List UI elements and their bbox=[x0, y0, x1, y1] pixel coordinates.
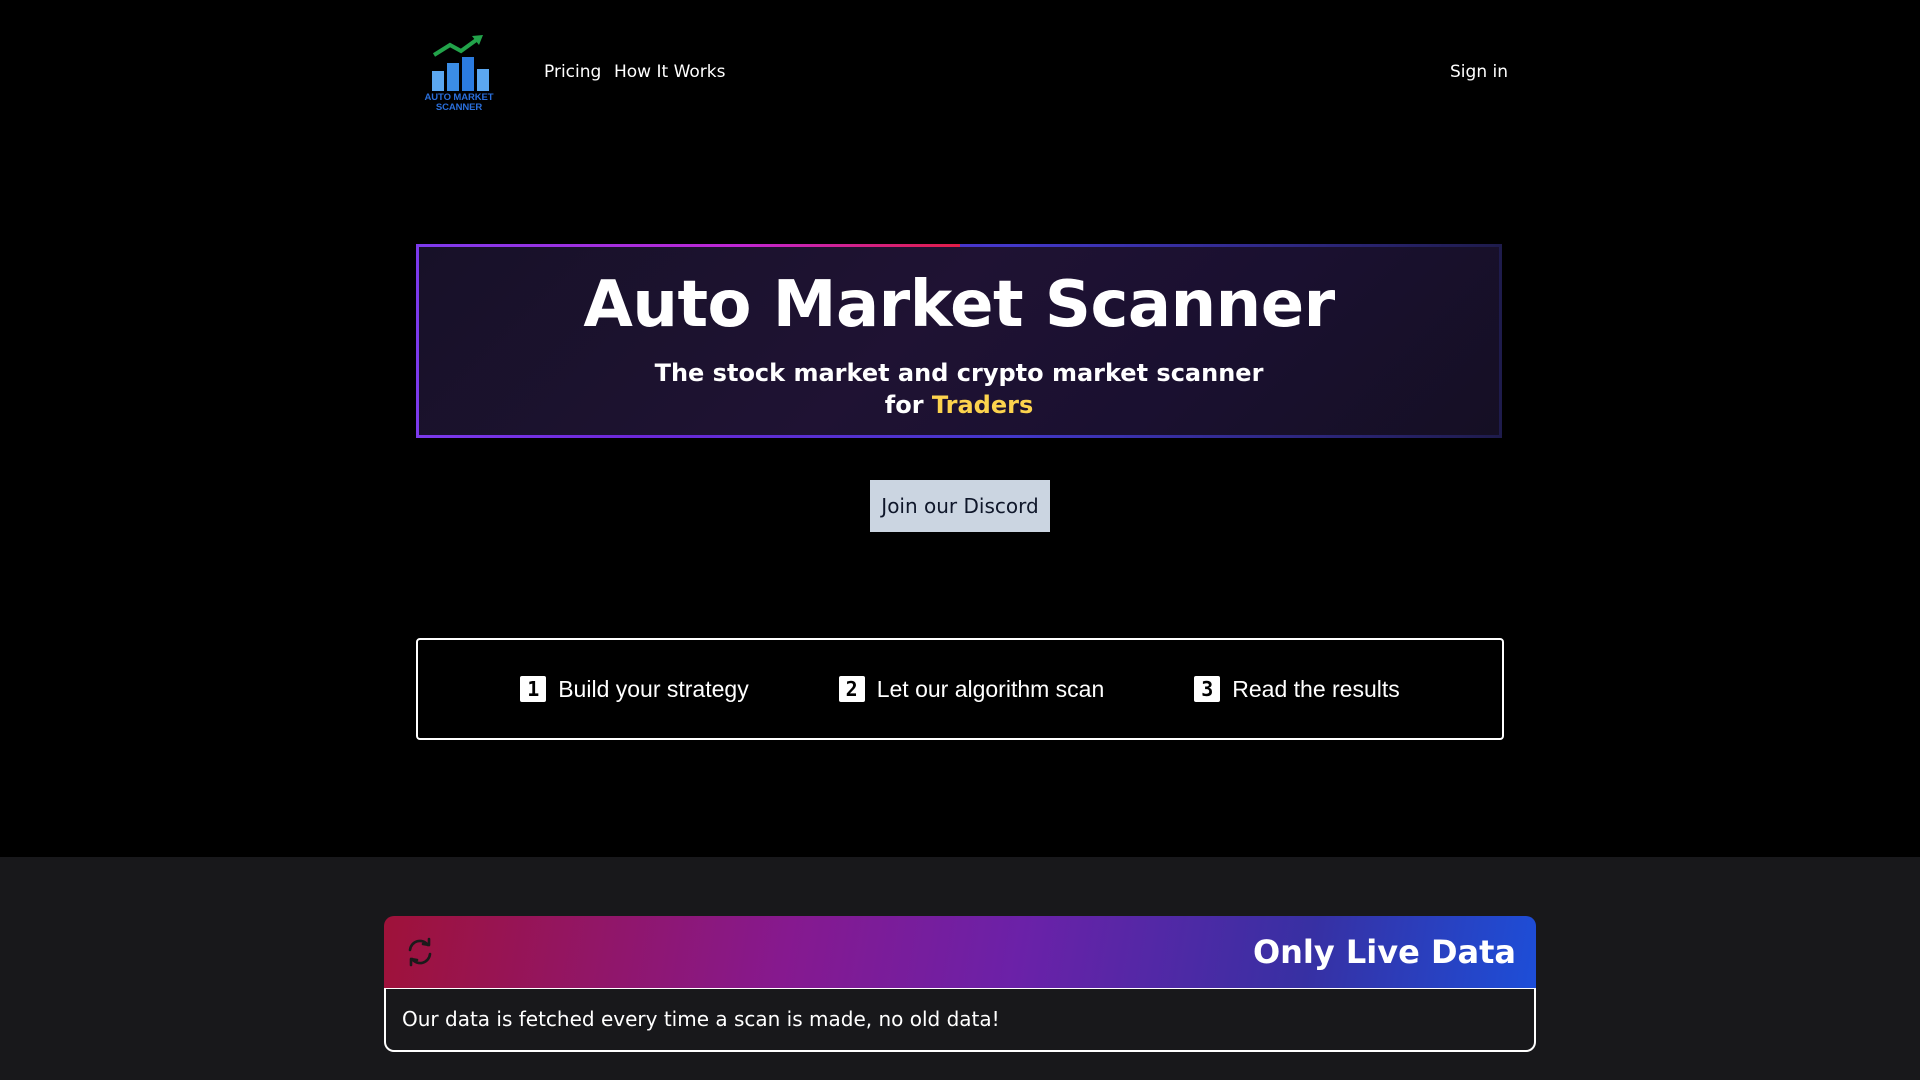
chart-logo-icon bbox=[432, 35, 489, 91]
sign-in-link[interactable]: Sign in bbox=[1450, 62, 1508, 82]
logo-text: AUTO MARKET SCANNER bbox=[424, 92, 494, 113]
join-discord-button[interactable]: Join our Discord bbox=[870, 480, 1050, 532]
live-data-card: Only Live Data Our data is fetched every… bbox=[384, 916, 1536, 1052]
hero-accent-line bbox=[416, 244, 960, 247]
step-number-icon: 2 bbox=[838, 676, 865, 702]
step-label: Build your strategy bbox=[558, 675, 749, 702]
step-label: Read the results bbox=[1232, 675, 1400, 702]
hero-subtitle-highlight: Traders bbox=[931, 391, 1034, 419]
live-data-title: Only Live Data bbox=[1252, 933, 1516, 971]
step-item: 1 Build your strategy bbox=[520, 675, 749, 703]
live-data-card-header: Only Live Data bbox=[384, 916, 1536, 988]
step-label: Let our algorithm scan bbox=[876, 675, 1105, 702]
live-data-description: Our data is fetched every time a scan is… bbox=[384, 988, 1536, 1052]
step-item: 2 Let our algorithm scan bbox=[838, 675, 1105, 703]
hero-title: Auto Market Scanner bbox=[583, 268, 1335, 342]
hero-banner: Auto Market Scanner The stock market and… bbox=[416, 244, 1502, 438]
logo[interactable]: AUTO MARKET SCANNER bbox=[417, 33, 501, 117]
refresh-icon bbox=[408, 937, 432, 967]
step-number-icon: 3 bbox=[1194, 676, 1221, 702]
nav-how-it-works-link[interactable]: How It Works bbox=[614, 62, 725, 82]
hero-subtitle: The stock market and crypto market scann… bbox=[419, 357, 1499, 421]
hero-inner: Auto Market Scanner The stock market and… bbox=[419, 247, 1499, 435]
step-number-icon: 1 bbox=[520, 676, 547, 702]
nav-pricing-link[interactable]: Pricing bbox=[544, 62, 601, 82]
hero-subtitle-for: for bbox=[884, 391, 924, 419]
hero-subtitle-line1: The stock market and crypto market scann… bbox=[654, 359, 1264, 387]
steps-panel: 1 Build your strategy 2 Let our algorith… bbox=[416, 638, 1504, 740]
step-item: 3 Read the results bbox=[1194, 675, 1400, 703]
